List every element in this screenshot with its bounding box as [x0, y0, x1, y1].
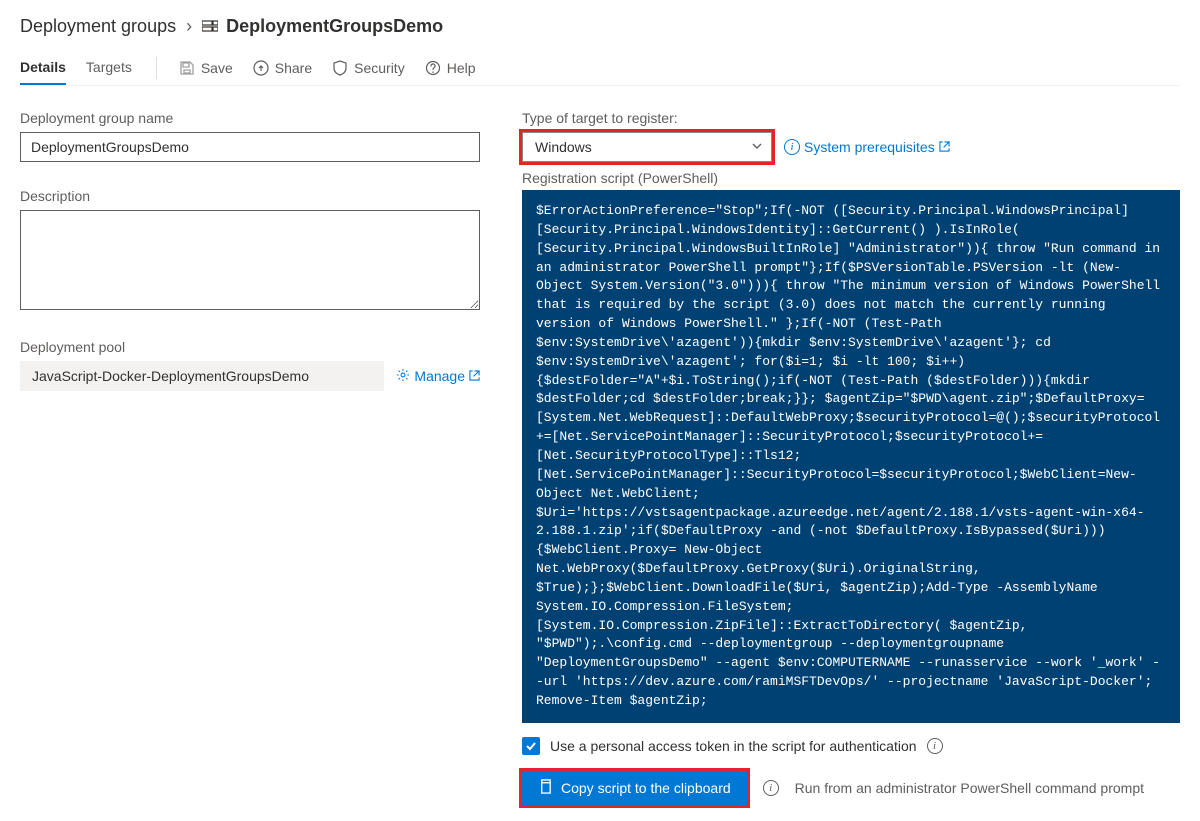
save-icon: [179, 60, 195, 76]
script-label: Registration script (PowerShell): [522, 170, 1180, 186]
admin-note: Run from an administrator PowerShell com…: [795, 780, 1144, 796]
copy-icon: [538, 779, 553, 797]
breadcrumb-current-label: DeploymentGroupsDemo: [226, 16, 443, 37]
copy-script-button[interactable]: Copy script to the clipboard: [522, 771, 747, 805]
name-input[interactable]: [20, 132, 480, 162]
pool-value: JavaScript-Docker-DeploymentGroupsDemo: [20, 361, 384, 391]
help-icon: [425, 60, 441, 76]
info-icon: i: [763, 780, 779, 796]
breadcrumb-current: DeploymentGroupsDemo: [202, 16, 443, 37]
security-label: Security: [354, 60, 405, 76]
share-label: Share: [275, 60, 312, 76]
manage-label: Manage: [414, 368, 465, 384]
security-button[interactable]: Security: [322, 52, 415, 84]
prereq-label: System prerequisites: [804, 139, 935, 155]
help-label: Help: [447, 60, 476, 76]
copy-label: Copy script to the clipboard: [561, 780, 731, 796]
info-icon: i: [784, 139, 800, 155]
shield-icon: [332, 60, 348, 76]
breadcrumb: Deployment groups › DeploymentGroupsDemo: [20, 16, 1180, 37]
tab-targets[interactable]: Targets: [86, 51, 132, 85]
open-external-icon: [939, 139, 950, 155]
server-group-icon: [202, 19, 218, 35]
name-label: Deployment group name: [20, 110, 480, 126]
prereq-link[interactable]: i System prerequisites: [784, 139, 950, 155]
target-type-select[interactable]: Windows: [522, 132, 772, 162]
breadcrumb-parent[interactable]: Deployment groups: [20, 16, 176, 37]
manage-link[interactable]: Manage: [396, 368, 480, 385]
description-textarea[interactable]: [20, 210, 480, 310]
target-type-value: Windows: [535, 139, 592, 155]
save-button[interactable]: Save: [169, 52, 243, 84]
pat-label: Use a personal access token in the scrip…: [550, 738, 917, 754]
tab-details[interactable]: Details: [20, 51, 66, 85]
info-icon[interactable]: i: [927, 738, 943, 754]
toolbar: Details Targets Save Share Security Help: [20, 51, 1180, 86]
share-icon: [253, 60, 269, 76]
description-label: Description: [20, 188, 480, 204]
save-label: Save: [201, 60, 233, 76]
script-content[interactable]: $ErrorActionPreference="Stop";If(-NOT ([…: [522, 190, 1180, 723]
open-external-icon: [469, 368, 480, 384]
pool-label: Deployment pool: [20, 339, 480, 355]
toolbar-divider: [156, 57, 157, 79]
share-button[interactable]: Share: [243, 52, 322, 84]
chevron-down-icon: [751, 139, 763, 155]
gear-icon: [396, 368, 410, 385]
help-button[interactable]: Help: [415, 52, 486, 84]
type-label: Type of target to register:: [522, 110, 1180, 126]
pat-checkbox[interactable]: [522, 737, 540, 755]
breadcrumb-separator: ›: [186, 16, 192, 37]
